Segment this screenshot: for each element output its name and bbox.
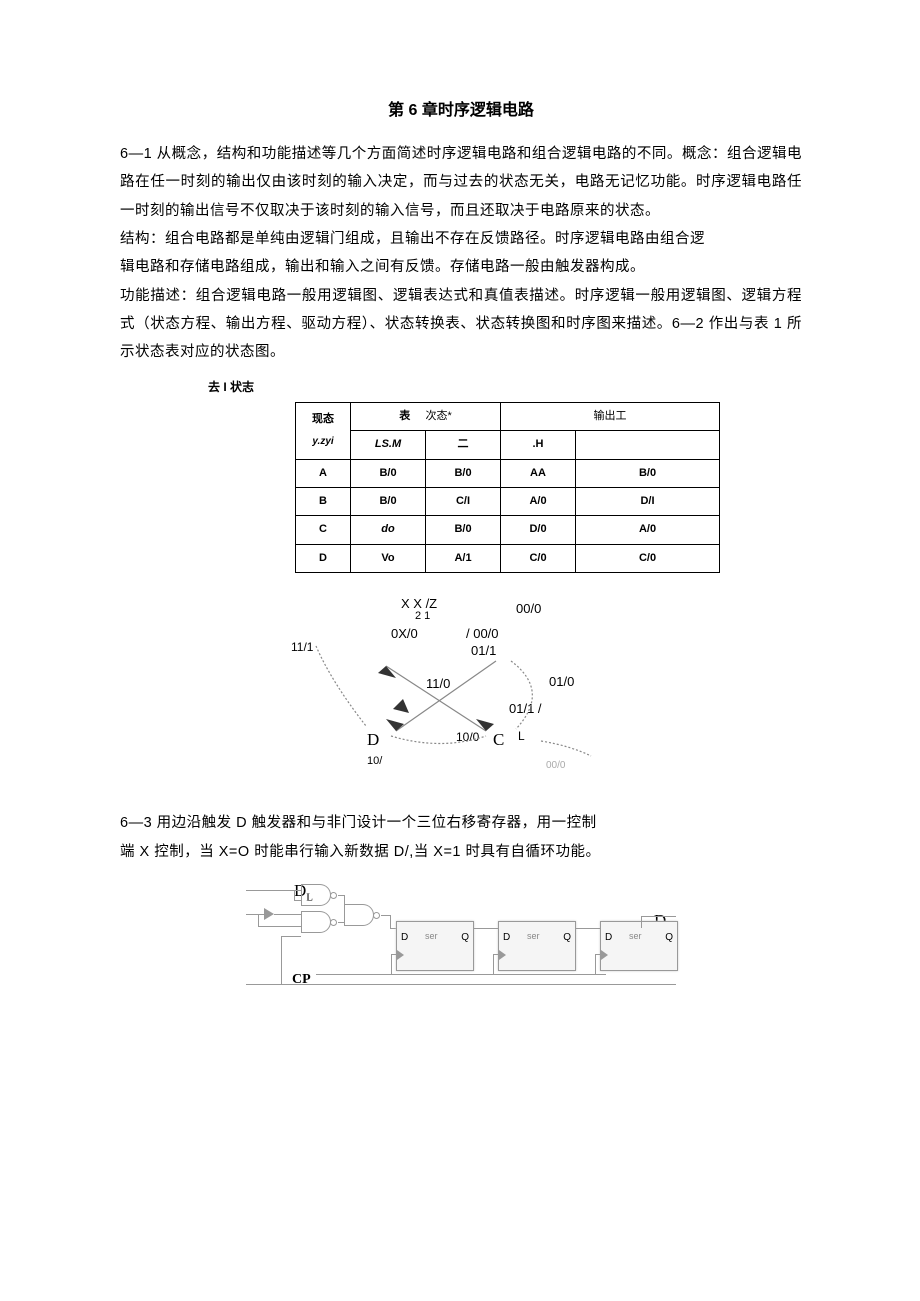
d-flipflop: D ser Q: [498, 921, 576, 971]
wire: [595, 954, 596, 974]
paragraph-6: 端 X 控制，当 X=O 时能串行输入新数据 D/,当 X=1 时具有自循环功能…: [120, 838, 802, 866]
paragraph-5: 6—3 用边沿触发 D 触发器和与非门设计一个三位右移寄存器，用一控制: [120, 809, 802, 837]
table-caption: 去 I 状志: [208, 376, 802, 399]
wire: [576, 928, 600, 929]
paragraph-2: 结构：组合电路都是单纯由逻辑门组成，且输出不存在反馈路径。时序逻辑电路由组合逻: [120, 225, 802, 253]
state-diagram: X X /Z 2 1 00/0 0X/0 / 00/0 11/1 01/1 11…: [291, 591, 631, 781]
table-subhead-lsm: LS.M: [351, 431, 426, 459]
nand-gate: [301, 884, 331, 906]
nand-gate: [344, 904, 374, 926]
wire: [344, 918, 345, 923]
state-diagram-arrows: [291, 591, 631, 781]
clock-label-cp: CP: [292, 966, 311, 993]
d-flipflop: D ser Q: [600, 921, 678, 971]
shift-register-circuit: DL CP D0 D ser Q D ser Q D ser Q: [246, 876, 676, 1006]
wire: [474, 928, 498, 929]
table-row: C do B/0 D/0 A/0: [296, 516, 720, 544]
table-header-next: 表 次态*: [351, 402, 501, 430]
wire: [294, 890, 295, 900]
wire: [294, 900, 301, 901]
table-header-state: 现态 y.zyi: [296, 402, 351, 459]
table-subhead-empty: [576, 431, 720, 459]
d-flipflop: D ser Q: [396, 921, 474, 971]
wire: [281, 936, 282, 984]
wire: [246, 914, 264, 915]
paragraph-1: 6—1 从概念，结构和功能描述等几个方面简述时序逻辑电路和组合逻辑电路的不同。概…: [120, 140, 802, 225]
state-table: 现态 y.zyi 表 次态* 输出工 LS.M 二 .H A B/0 B/0 A…: [295, 402, 720, 574]
wire: [641, 916, 676, 917]
wire: [391, 954, 396, 955]
wire: [390, 915, 391, 928]
wire: [641, 916, 642, 928]
paragraph-4: 功能描述：组合逻辑电路一般用逻辑图、逻辑表达式和真值表描述。时序逻辑一般用逻辑图…: [120, 282, 802, 367]
wire: [493, 954, 498, 955]
table-row: D Vo A/1 C/0 C/0: [296, 544, 720, 572]
inverter-icon: [264, 908, 274, 920]
wire: [246, 984, 676, 985]
wire: [316, 974, 606, 975]
wire: [493, 954, 494, 974]
wire: [391, 954, 392, 974]
nand-gate: [301, 911, 331, 933]
table-row: A B/0 B/0 AA B/0: [296, 459, 720, 487]
wire: [258, 926, 301, 927]
wire: [344, 895, 345, 910]
table-subhead-h: .H: [501, 431, 576, 459]
wire: [246, 890, 301, 891]
paragraph-3: 辑电路和存储电路组成，输出和输入之间有反馈。存储电路一般由触发器构成。: [120, 253, 802, 281]
wire: [595, 954, 600, 955]
table-row: B B/0 C/I A/0 D/I: [296, 488, 720, 516]
wire: [281, 936, 301, 937]
table-header-output: 输出工: [501, 402, 720, 430]
wire: [246, 890, 247, 891]
wire: [274, 914, 301, 915]
wire: [258, 914, 259, 926]
chapter-title: 第 6 章时序逻辑电路: [120, 95, 802, 126]
table-subhead-eq: 二: [426, 431, 501, 459]
